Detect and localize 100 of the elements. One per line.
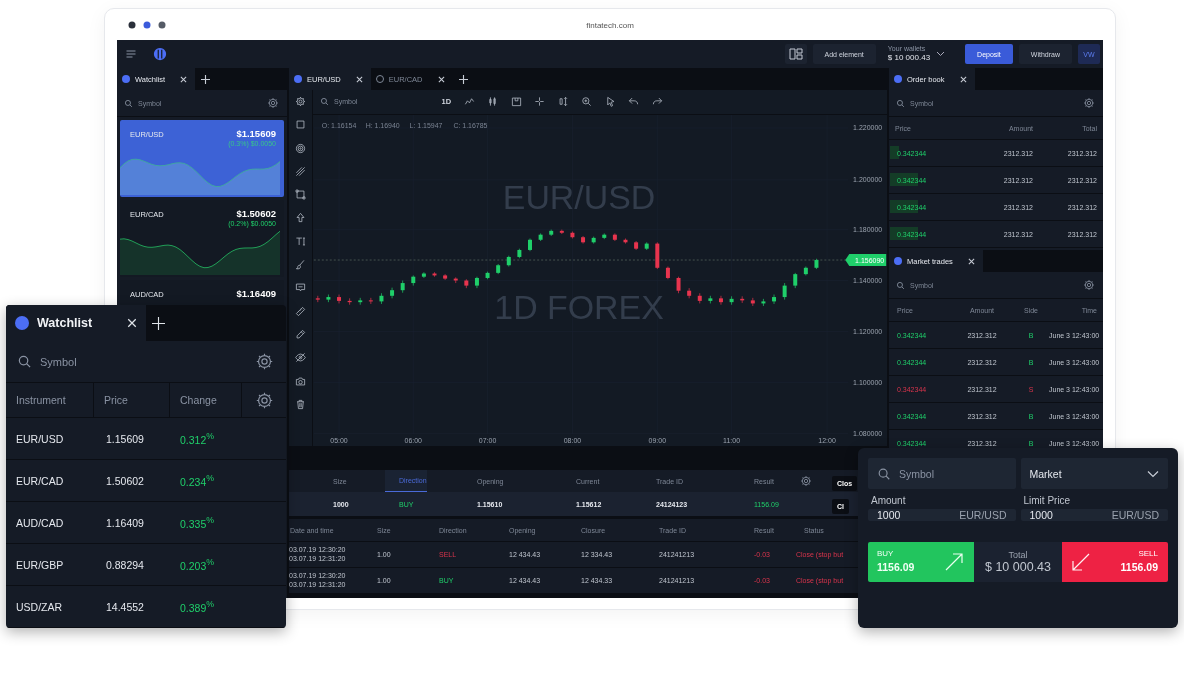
candle (772, 294, 776, 305)
text-icon[interactable] (295, 235, 306, 247)
close-icon[interactable] (967, 257, 975, 265)
table-cell-text: 0.389$^{%}$ (179, 599, 216, 614)
candle (337, 294, 341, 304)
close-icon[interactable] (437, 75, 445, 83)
settings-icon[interactable] (1083, 279, 1095, 291)
candle (708, 295, 713, 304)
table-cell-text: EUR/USD (15, 432, 65, 445)
camera-icon[interactable] (295, 375, 306, 387)
candle (368, 297, 373, 305)
input-field[interactable]: 1000 EUR/USD (868, 509, 1016, 521)
table-cell-text: 1.15609 (105, 432, 145, 445)
candle (559, 229, 564, 235)
candle (400, 280, 405, 294)
candle (421, 271, 426, 279)
add-tab-icon[interactable] (458, 74, 468, 84)
target-icon[interactable] (295, 142, 306, 154)
close-icon[interactable] (127, 318, 137, 328)
candle (453, 276, 458, 284)
candle (379, 292, 384, 305)
candle (517, 248, 522, 259)
column-header: Instrument (6, 383, 94, 417)
candle (665, 266, 670, 280)
candle (570, 231, 575, 239)
table-cell-text: 0.312$^{%}$ (179, 431, 216, 446)
search-icon (877, 466, 891, 481)
brush-icon[interactable] (295, 259, 306, 271)
zoom-icon[interactable] (581, 96, 593, 108)
close-icon[interactable] (959, 75, 967, 83)
sell-button[interactable]: SELL 1156.09 (1061, 542, 1168, 582)
add-tab-icon[interactable] (152, 316, 165, 330)
candle (750, 297, 755, 307)
candle (782, 282, 787, 300)
comment-icon[interactable] (295, 282, 306, 294)
candlestick-icon[interactable] (487, 96, 499, 108)
candle (814, 258, 819, 270)
candle (676, 276, 681, 294)
table-cell-text: 0.335$^{%}$ (179, 515, 216, 530)
candle (326, 294, 331, 303)
candle (474, 276, 479, 289)
total-value: $ 10 000.43 (984, 560, 1051, 574)
column-header: Price (94, 383, 170, 417)
square-icon[interactable] (295, 119, 306, 131)
candle (315, 295, 320, 303)
url-text: fintatech.com (586, 21, 634, 30)
order-type-dropdown[interactable]: Market (1020, 458, 1168, 489)
arrow-up-right-icon (944, 552, 965, 572)
input-field[interactable]: 1000 EUR/USD (1020, 509, 1168, 521)
crosshair-icon[interactable] (534, 96, 546, 108)
candle (602, 233, 607, 240)
arrow-up-icon[interactable] (295, 212, 306, 224)
candle (432, 271, 437, 277)
candle (697, 292, 702, 304)
table-cell-text: EUR/GBP (15, 558, 65, 571)
bar-range-icon[interactable] (557, 96, 569, 108)
settings-icon[interactable] (800, 475, 812, 487)
price-text: $1.15609 (236, 128, 276, 139)
table-cell-text: 0.88294 (105, 558, 145, 571)
search-field[interactable]: Symbol (868, 458, 1016, 489)
candle (528, 238, 532, 252)
cursor-icon[interactable] (604, 96, 616, 108)
candle (803, 266, 808, 276)
candle (390, 287, 395, 299)
price-text: $1.16409 (236, 288, 276, 299)
candle (347, 297, 352, 305)
layout-icon[interactable] (784, 44, 807, 64)
close-icon[interactable] (355, 75, 363, 83)
settings-icon[interactable] (254, 390, 274, 410)
gear-icon[interactable] (295, 96, 306, 107)
eye-off-icon[interactable] (295, 352, 306, 364)
field-label: Limit Price (1022, 495, 1072, 506)
search-field[interactable]: Symbol (14, 351, 80, 372)
candle (793, 272, 798, 289)
settings-icon[interactable] (255, 352, 274, 371)
pencil-icon[interactable] (295, 328, 306, 340)
column-header: Change (170, 383, 242, 417)
settings-icon[interactable] (267, 97, 279, 109)
candle (740, 295, 745, 304)
candle (581, 235, 586, 244)
close-icon[interactable] (180, 75, 188, 83)
box-icon[interactable] (510, 96, 522, 108)
table-cell-text: 14.4552 (105, 600, 145, 613)
trash-icon[interactable] (295, 398, 306, 410)
total-label: Total (1008, 550, 1028, 560)
ruler-icon[interactable] (295, 305, 306, 317)
settings-icon[interactable] (1083, 97, 1095, 109)
candle (612, 233, 617, 242)
table-cell-text: 1.50602 (105, 474, 145, 487)
logo-icon[interactable] (153, 47, 167, 61)
parallel-lines-icon[interactable] (295, 165, 306, 177)
frame-icon[interactable] (295, 189, 306, 201)
candle (644, 241, 649, 251)
search-icon (124, 98, 133, 108)
candle (411, 275, 416, 286)
candle (485, 271, 490, 280)
candle (655, 241, 660, 270)
chevron-down-icon[interactable] (936, 51, 946, 57)
add-tab-icon[interactable] (201, 74, 211, 84)
tab[interactable]: Watchlist (6, 305, 146, 341)
